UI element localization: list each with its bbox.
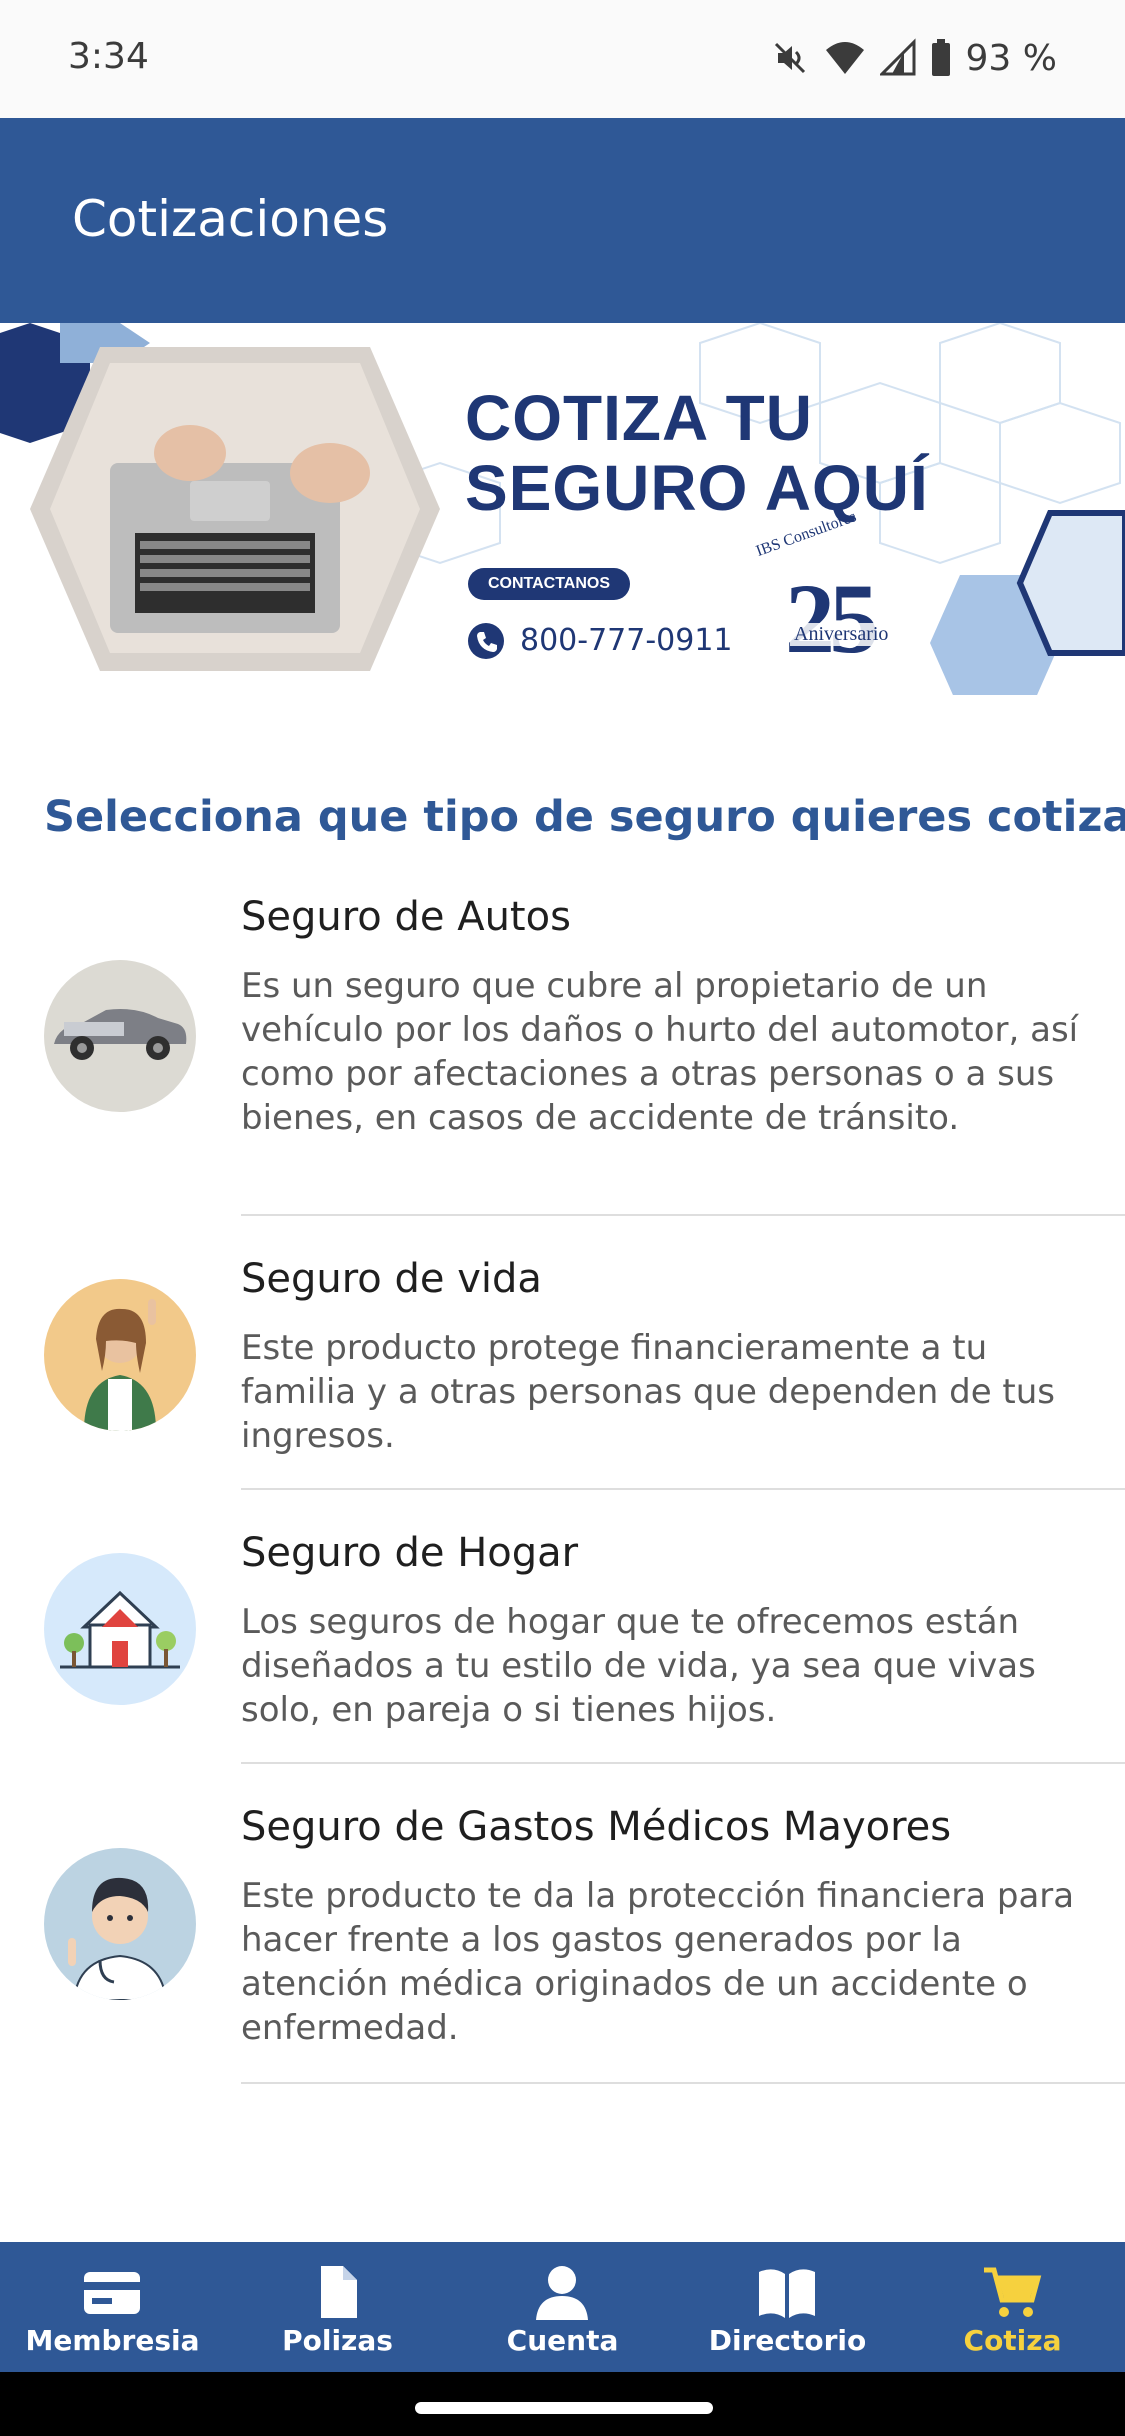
item-title: Seguro de Autos	[241, 894, 571, 940]
nav-item-cuenta[interactable]: Cuenta	[450, 2242, 675, 2372]
battery-icon	[930, 38, 952, 78]
status-time: 3:34	[68, 36, 149, 77]
mute-icon	[770, 38, 810, 78]
banner-headline-line1: COTIZA TU	[465, 382, 813, 454]
promo-banner[interactable]: COTIZA TU SEGURO AQUÍ CONTACTANOS 800-77…	[0, 323, 1125, 695]
status-bar: 3:34 93 %	[0, 0, 1125, 118]
wifi-icon	[824, 38, 866, 78]
document-icon	[321, 2266, 357, 2318]
anniversary-word: Aniversario	[790, 623, 893, 646]
item-description: Este producto te da la protección financ…	[241, 1876, 1075, 2048]
item-title: Seguro de Hogar	[241, 1530, 579, 1576]
phone-icon	[468, 623, 504, 659]
home-gesture-handle[interactable]	[415, 2402, 713, 2414]
battery-percent: 93 %	[965, 37, 1057, 79]
page-title: Cotizaciones	[72, 190, 389, 248]
nav-item-membresia[interactable]: Membresia	[0, 2242, 225, 2372]
car-icon	[44, 960, 196, 1112]
item-description: Es un seguro que cubre al propietario de…	[241, 966, 1079, 1138]
person-icon	[44, 1279, 196, 1431]
system-gesture-area	[0, 2372, 1125, 2436]
list-item[interactable]: Seguro de Hogar Los seguros de hogar que…	[0, 1526, 1125, 1766]
signal-icon	[879, 38, 916, 78]
item-description: Los seguros de hogar que te ofrecemos es…	[241, 1602, 1036, 1730]
item-title: Seguro de Gastos Médicos Mayores	[241, 1804, 952, 1850]
contact-badge: CONTACTANOS	[468, 568, 630, 600]
banner-headline: COTIZA TU SEGURO AQUÍ	[465, 383, 929, 523]
divider	[241, 1762, 1125, 1764]
list-item[interactable]: Seguro de vida Este producto protege fin…	[0, 1252, 1125, 1492]
doctor-icon	[44, 1848, 196, 2000]
anniversary-number: 25	[785, 563, 879, 674]
book-icon	[759, 2269, 815, 2318]
list-item[interactable]: Seguro de Autos Es un seguro que cubre a…	[0, 890, 1125, 1218]
banner-headline-line2: SEGURO AQUÍ	[465, 452, 929, 524]
nav-label: Directorio	[708, 2324, 867, 2357]
user-icon	[536, 2266, 588, 2320]
section-heading: Selecciona que tipo de seguro quieres co…	[44, 792, 1125, 842]
divider	[241, 2082, 1125, 2084]
item-description: Este producto protege financieramente a …	[241, 1328, 1056, 1456]
nav-label: Cotiza	[963, 2324, 1062, 2357]
divider	[241, 1488, 1125, 1490]
app-bar: Cotizaciones	[0, 118, 1125, 323]
bottom-navigation: Membresia Polizas Cuenta Directorio Coti…	[0, 2242, 1125, 2372]
banner-phone: 800-777-0911	[520, 623, 733, 658]
nav-label: Membresia	[25, 2324, 200, 2357]
nav-item-cotiza[interactable]: Cotiza	[900, 2242, 1125, 2372]
nav-item-directorio[interactable]: Directorio	[675, 2242, 900, 2372]
nav-label: Cuenta	[506, 2324, 619, 2357]
nav-item-polizas[interactable]: Polizas	[225, 2242, 450, 2372]
item-title: Seguro de vida	[241, 1256, 542, 1302]
cart-icon	[984, 2267, 1042, 2317]
divider	[241, 1214, 1125, 1216]
nav-label: Polizas	[282, 2324, 393, 2357]
card-icon	[84, 2272, 140, 2314]
house-icon	[44, 1553, 196, 1705]
list-item[interactable]: Seguro de Gastos Médicos Mayores Este pr…	[0, 1800, 1125, 2086]
status-icons: 93 %	[770, 36, 1057, 80]
